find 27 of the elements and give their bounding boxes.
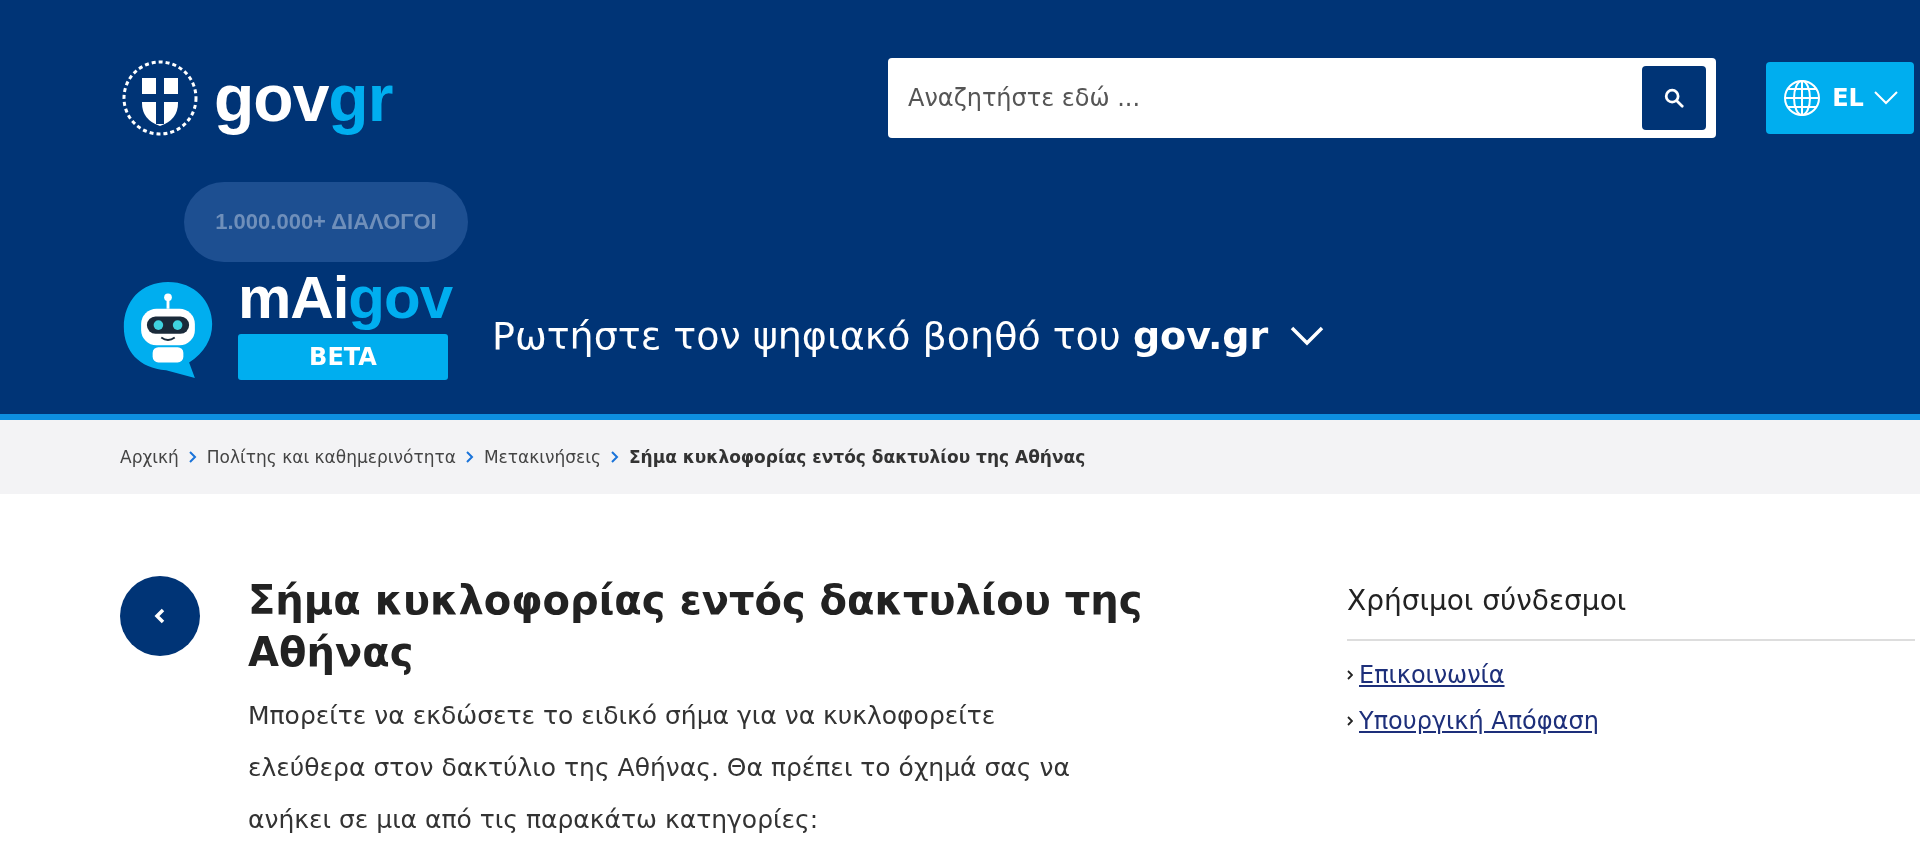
bullet-chevron-icon	[1347, 670, 1353, 680]
coat-of-arms-icon	[120, 58, 200, 138]
assistant-toggle[interactable]: Ρωτήστε τον ψηφιακό βοηθό του gov.gr	[492, 314, 1325, 358]
assistant-logo-text: mAigov	[238, 268, 453, 328]
chevron-down-icon	[1873, 91, 1898, 105]
chevron-icon	[1290, 326, 1325, 346]
intro-paragraph: Μπορείτε να εκδώσετε το ειδικό σήμα για να κυκλοφορείτε ελεύθερα στον δακτύλιο της Αθήνας. Θα πρέπει το όχημά σας να ανήκει σε μια από τις παρακάτω κατηγορίες:	[248, 700, 1071, 836]
page-title: Σήμα κυκλοφορίας εντός δακτυλίου της Αθήνας	[248, 576, 1144, 677]
breadcrumb-link[interactable]: Αρχική	[120, 447, 179, 467]
chevron-right-icon	[188, 451, 197, 463]
chevron-left-icon	[154, 608, 166, 624]
sidebar-title: Χρήσιμοι σύνδεσμοι	[1347, 584, 1915, 641]
globe-icon	[1782, 78, 1823, 118]
search-field[interactable]: Αναζητήστε εδώ ...	[888, 58, 1716, 138]
chevron-right-icon	[610, 451, 619, 463]
sidebar-link[interactable]: Επικοινωνία	[1359, 661, 1505, 689]
logo-wordmark[interactable]: govgr	[214, 60, 393, 136]
sidebar-link[interactable]: Υπουργική Απόφαση	[1359, 707, 1599, 735]
search-button[interactable]	[1642, 66, 1706, 130]
chevron-right-icon	[465, 451, 474, 463]
breadcrumb-link[interactable]: Μετακινήσεις	[483, 447, 601, 467]
speech-bubble: 1.000.000+ ΔΙΑΛΟΓΟΙ	[184, 182, 468, 262]
search-icon	[1663, 87, 1685, 109]
breadcrumb-link[interactable]: Πολίτης και καθημερινότητα	[206, 447, 456, 467]
bullet-chevron-icon	[1347, 716, 1353, 726]
beta-label: BETA	[238, 334, 448, 380]
breadcrumb-current: Σήμα κυκλοφορίας εντός δακτυλίου της Αθήνας	[628, 447, 1086, 467]
